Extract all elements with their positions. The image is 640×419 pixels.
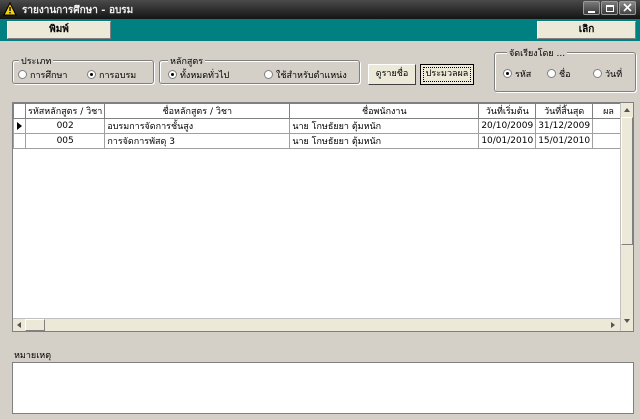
row-selector: [13, 133, 26, 149]
minimize-button[interactable]: [583, 1, 600, 15]
report-window: รายงานการศึกษา - อบรม พิมพ์ เลิก ประเภท …: [0, 0, 640, 419]
course-group-legend: หลักสูตร: [168, 54, 206, 68]
radio-label: ชื่อ: [559, 70, 571, 80]
radio-label: วันที่: [605, 70, 623, 80]
radio-label: การศึกษา: [30, 71, 68, 81]
title-bar[interactable]: รายงานการศึกษา - อบรม: [0, 0, 640, 19]
table-row[interactable]: 005 การจัดการพัสดุ 3 นาย โกษธัยยา ตุ้มหน…: [13, 133, 626, 149]
maximize-button[interactable]: [601, 1, 618, 15]
radio-position-courses[interactable]: ใช้สำหรับตำแหน่ง: [264, 68, 347, 82]
type-group-legend: ประเภท: [19, 54, 54, 68]
radio-dot: [593, 69, 602, 78]
notes-label: หมายเหตุ: [14, 351, 52, 361]
table-header-row: รหัสหลักสูตร / วิชา ชื่อหลักสูตร / วิชา …: [13, 103, 626, 119]
header-start-date[interactable]: วันที่เริ่มต้น: [478, 103, 537, 119]
cell-start[interactable]: 10/01/2010: [478, 133, 537, 149]
cell-employee[interactable]: นาย โกษธัยยา ตุ้มหนัก: [289, 133, 480, 149]
radio-label: รหัส: [515, 70, 532, 80]
radio-sort-code[interactable]: รหัส: [503, 67, 531, 81]
radio-dot: [18, 70, 27, 79]
radio-label: ทั้งหมดทั่วไป: [180, 71, 230, 81]
process-button[interactable]: ประมวลผล: [420, 64, 474, 85]
horizontal-scroll-thumb[interactable]: [25, 319, 45, 331]
sort-group: จัดเรียงโดย ... รหัส ชื่อ วันที่: [494, 46, 636, 92]
radio-all-courses[interactable]: ทั้งหมดทั่วไป: [168, 68, 229, 82]
course-group: หลักสูตร ทั้งหมดทั่วไป ใช้สำหรับตำแหน่ง: [159, 54, 360, 84]
cell-employee[interactable]: นาย โกษธัยยา ตุ้มหนัก: [289, 118, 480, 134]
radio-sort-name[interactable]: ชื่อ: [547, 67, 571, 81]
cell-code[interactable]: 002: [24, 118, 106, 134]
header-course-code[interactable]: รหัสหลักสูตร / วิชา: [24, 103, 106, 119]
radio-dot: [264, 70, 273, 79]
row-pointer-icon: [17, 122, 22, 130]
cell-course[interactable]: อบรมการจัดการชั้นสูง: [104, 118, 291, 134]
cell-course[interactable]: การจัดการพัสดุ 3: [104, 133, 291, 149]
radio-dot-selected: [503, 69, 512, 78]
row-selector-header: [13, 103, 26, 119]
radio-dot-selected: [87, 70, 96, 79]
table-row[interactable]: 002 อบรมการจัดการชั้นสูง นาย โกษธัยยา ตุ…: [13, 118, 626, 134]
vertical-scrollbar[interactable]: [620, 103, 633, 331]
sort-group-legend: จัดเรียงโดย ...: [507, 46, 568, 60]
results-table: รหัสหลักสูตร / วิชา ชื่อหลักสูตร / วิชา …: [13, 103, 626, 149]
type-group: ประเภท การศึกษา การอบรม: [12, 54, 154, 84]
notes-field[interactable]: [12, 362, 634, 414]
cell-start[interactable]: 20/10/2009: [478, 118, 537, 134]
cell-end[interactable]: 31/12/2009: [535, 118, 594, 134]
toolbar: พิมพ์ เลิก: [0, 19, 640, 41]
radio-dot-selected: [168, 70, 177, 79]
current-row-indicator: [13, 118, 26, 134]
view-names-button[interactable]: ดูรายชื่อ: [368, 64, 416, 85]
radio-education[interactable]: การศึกษา: [18, 68, 68, 82]
close-icon: [623, 3, 632, 12]
scroll-left-icon[interactable]: [17, 322, 21, 328]
cell-code[interactable]: 005: [24, 133, 106, 149]
cancel-button[interactable]: เลิก: [537, 21, 636, 39]
scroll-up-icon[interactable]: [624, 108, 630, 112]
scroll-right-icon[interactable]: [611, 322, 615, 328]
radio-dot: [547, 69, 556, 78]
app-warning-icon: [3, 2, 17, 16]
vertical-scroll-thumb[interactable]: [621, 117, 633, 245]
radio-label: การอบรม: [99, 71, 137, 81]
header-course-name[interactable]: ชื่อหลักสูตร / วิชา: [104, 103, 291, 119]
close-button[interactable]: [619, 1, 636, 15]
header-employee-name[interactable]: ชื่อพนักงาน: [289, 103, 480, 119]
radio-sort-date[interactable]: วันที่: [593, 67, 622, 81]
radio-training[interactable]: การอบรม: [87, 68, 136, 82]
results-grid[interactable]: รหัสหลักสูตร / วิชา ชื่อหลักสูตร / วิชา …: [12, 102, 634, 332]
header-end-date[interactable]: วันที่สิ้นสุด: [535, 103, 594, 119]
scroll-down-icon[interactable]: [624, 319, 630, 323]
radio-label: ใช้สำหรับตำแหน่ง: [276, 71, 347, 81]
print-button[interactable]: พิมพ์: [7, 21, 111, 39]
window-title: รายงานการศึกษา - อบรม: [22, 5, 134, 16]
horizontal-scrollbar[interactable]: [13, 318, 620, 331]
cell-end[interactable]: 15/01/2010: [535, 133, 594, 149]
